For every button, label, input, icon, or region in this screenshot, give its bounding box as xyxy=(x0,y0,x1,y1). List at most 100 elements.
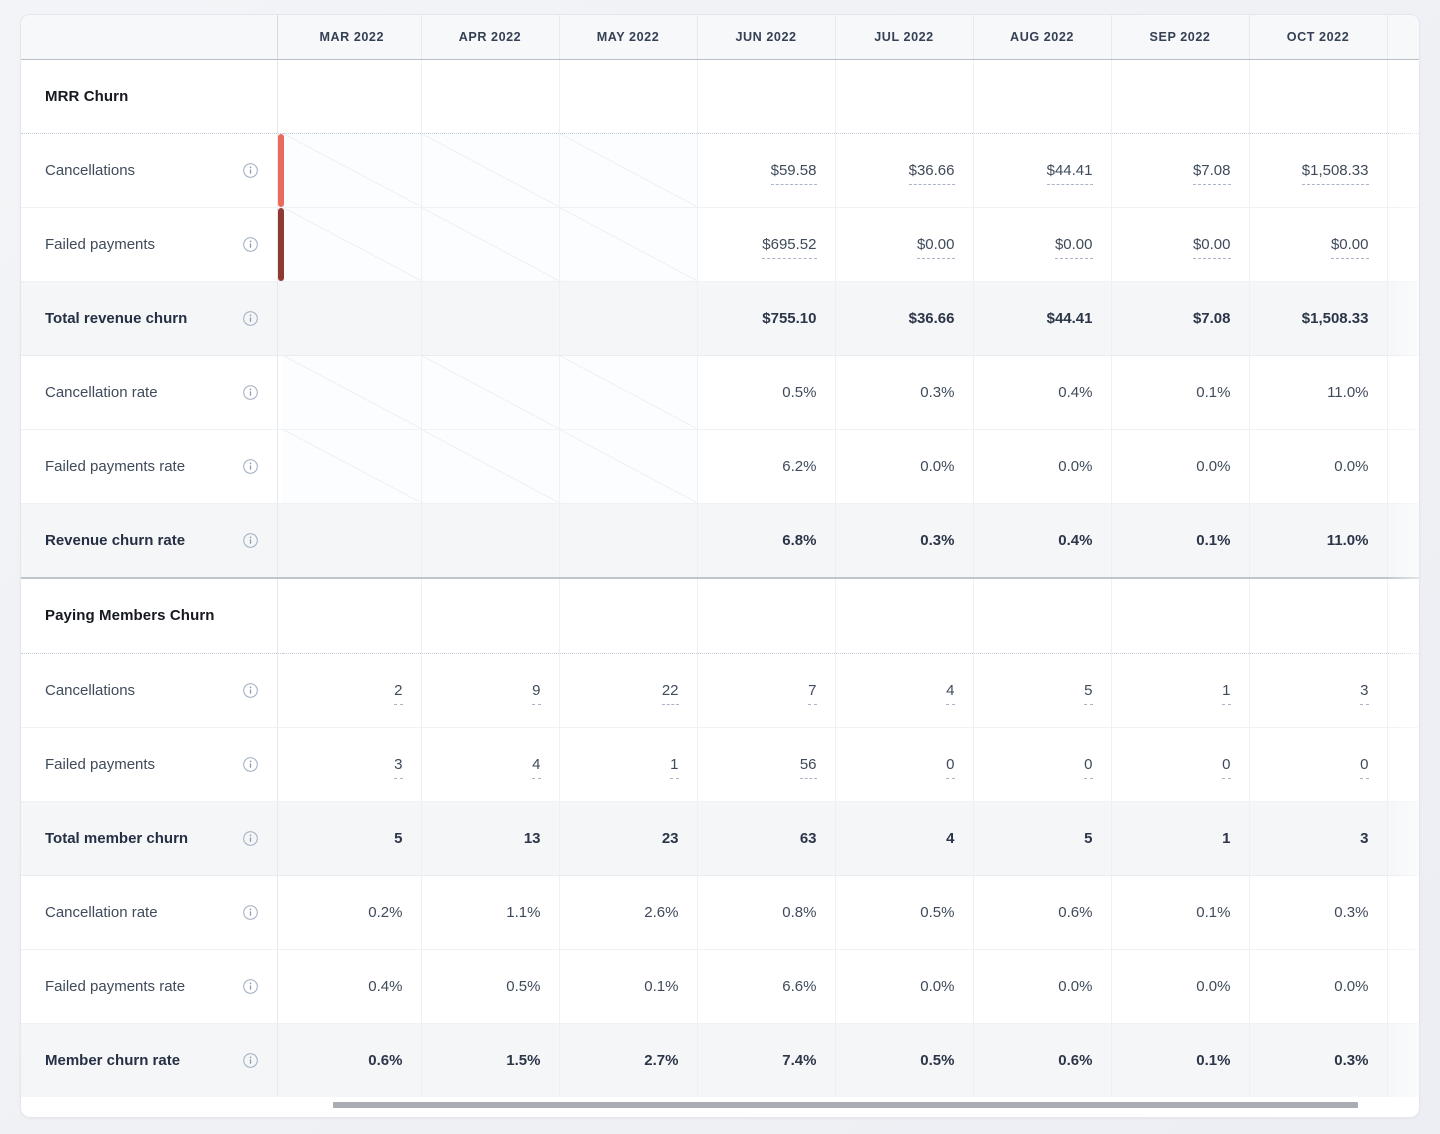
table-cell[interactable]: 0.5% xyxy=(835,875,974,950)
column-header-jun-2022[interactable]: JUN 2022 xyxy=(697,15,836,60)
table-cell[interactable]: $0.00 xyxy=(1249,207,1388,282)
table-cell[interactable]: 0.1% xyxy=(559,949,698,1024)
table-cell[interactable]: 11.0% xyxy=(1249,503,1388,577)
table-cell[interactable]: 0.4% xyxy=(973,503,1112,577)
table-cell[interactable]: $7.08 xyxy=(1111,281,1250,356)
table-cell[interactable]: 1 xyxy=(559,727,698,802)
column-header-oct-2022[interactable]: OCT 2022 xyxy=(1249,15,1388,60)
table-cell[interactable]: 0.0% xyxy=(1111,429,1250,504)
table-cell[interactable]: 13 xyxy=(421,801,560,876)
info-icon[interactable] xyxy=(242,162,259,179)
table-cell[interactable]: 1 xyxy=(1111,653,1250,728)
table-cell[interactable]: $7.08 xyxy=(1111,133,1250,208)
horizontal-scrollbar[interactable] xyxy=(297,1099,1419,1111)
table-cell[interactable]: 3 xyxy=(283,727,422,802)
table-cell[interactable]: 0.5% xyxy=(697,355,836,430)
table-cell[interactable]: 0.4% xyxy=(973,355,1112,430)
table-cell[interactable]: 6.6% xyxy=(697,949,836,1024)
table-cell[interactable]: 0.0% xyxy=(1249,429,1388,504)
table-cell[interactable]: 0.0% xyxy=(1249,949,1388,1024)
table-cell[interactable]: 1.5% xyxy=(421,1023,560,1097)
table-cell[interactable]: 4 xyxy=(835,801,974,876)
table-cell[interactable]: $695.52 xyxy=(697,207,836,282)
table-cell[interactable]: 0.4% xyxy=(283,949,422,1024)
column-header-sep-2022[interactable]: SEP 2022 xyxy=(1111,15,1250,60)
table-cell[interactable]: 0.1% xyxy=(1111,503,1250,577)
table-cell[interactable]: 5 xyxy=(283,801,422,876)
info-icon[interactable] xyxy=(242,904,259,921)
table-cell[interactable]: 6.8% xyxy=(697,503,836,577)
table-cell[interactable]: $36.66 xyxy=(835,281,974,356)
table-cell[interactable]: 1 xyxy=(1111,801,1250,876)
table-cell[interactable]: 0.1% xyxy=(1111,875,1250,950)
table-cell[interactable]: $44.41 xyxy=(973,133,1112,208)
info-icon[interactable] xyxy=(242,310,259,327)
info-icon[interactable] xyxy=(242,682,259,699)
table-cell[interactable]: 0.3% xyxy=(1249,875,1388,950)
table-cell[interactable]: 0.5% xyxy=(835,1023,974,1097)
table-cell[interactable]: 0.8% xyxy=(697,875,836,950)
table-cell[interactable]: $44.41 xyxy=(973,281,1112,356)
table-cell[interactable]: 0.1% xyxy=(1111,1023,1250,1097)
table-cell[interactable]: $0.00 xyxy=(1111,207,1250,282)
table-cell[interactable]: 4 xyxy=(421,727,560,802)
table-cell[interactable]: 2.7% xyxy=(559,1023,698,1097)
info-icon[interactable] xyxy=(242,384,259,401)
horizontal-scrollbar-thumb[interactable] xyxy=(333,1102,1358,1108)
table-cell[interactable]: 0.3% xyxy=(835,355,974,430)
table-cell[interactable]: 23 xyxy=(559,801,698,876)
table-cell[interactable]: $755.10 xyxy=(697,281,836,356)
table-cell[interactable]: 63 xyxy=(697,801,836,876)
table-cell[interactable]: 7.4% xyxy=(697,1023,836,1097)
table-cell[interactable]: 3 xyxy=(1249,801,1388,876)
info-icon[interactable] xyxy=(242,1052,259,1069)
table-cell[interactable]: 7 xyxy=(697,653,836,728)
table-cell[interactable]: $1,508.33 xyxy=(1249,281,1388,356)
table-cell[interactable]: 0 xyxy=(1111,727,1250,802)
table-cell[interactable]: 56 xyxy=(697,727,836,802)
table-cell[interactable]: $59.58 xyxy=(697,133,836,208)
table-cell[interactable]: 2.6% xyxy=(559,875,698,950)
table-cell[interactable]: 0.0% xyxy=(835,429,974,504)
table-cell[interactable]: 3 xyxy=(1249,653,1388,728)
table-cell[interactable]: 11.0% xyxy=(1249,355,1388,430)
table-cell[interactable]: 4 xyxy=(835,653,974,728)
table-cell[interactable]: 0 xyxy=(1249,727,1388,802)
table-cell[interactable]: 0.0% xyxy=(1111,949,1250,1024)
table-cell[interactable]: 0.6% xyxy=(973,875,1112,950)
table-cell[interactable]: 22 xyxy=(559,653,698,728)
table-cell[interactable]: 0 xyxy=(835,727,974,802)
info-icon[interactable] xyxy=(242,830,259,847)
info-icon[interactable] xyxy=(242,236,259,253)
table-cell[interactable]: 0.3% xyxy=(1249,1023,1388,1097)
table-cell[interactable]: 0.0% xyxy=(835,949,974,1024)
table-cell[interactable]: 0.2% xyxy=(283,875,422,950)
table-cell[interactable]: 0.6% xyxy=(973,1023,1112,1097)
table-cell[interactable]: $0.00 xyxy=(835,207,974,282)
column-header-mar-2022[interactable]: MAR 2022 xyxy=(283,15,422,60)
info-icon[interactable] xyxy=(242,532,259,549)
column-header-may-2022[interactable]: MAY 2022 xyxy=(559,15,698,60)
column-header-aug-2022[interactable]: AUG 2022 xyxy=(973,15,1112,60)
table-cell[interactable]: 0.1% xyxy=(1111,355,1250,430)
table-cell[interactable]: 0.3% xyxy=(835,503,974,577)
table-cell[interactable]: 9 xyxy=(421,653,560,728)
table-cell[interactable]: 1.1% xyxy=(421,875,560,950)
table-cell[interactable]: 0 xyxy=(973,727,1112,802)
column-header-jul-2022[interactable]: JUL 2022 xyxy=(835,15,974,60)
info-icon[interactable] xyxy=(242,458,259,475)
table-cell[interactable]: 5 xyxy=(973,653,1112,728)
table-cell[interactable]: 2 xyxy=(283,653,422,728)
column-header-apr-2022[interactable]: APR 2022 xyxy=(421,15,560,60)
table-cell[interactable]: $36.66 xyxy=(835,133,974,208)
table-cell[interactable]: 6.2% xyxy=(697,429,836,504)
table-cell[interactable]: $1,508.33 xyxy=(1249,133,1388,208)
table-cell[interactable]: 0.6% xyxy=(283,1023,422,1097)
table-cell[interactable]: 0.0% xyxy=(973,949,1112,1024)
table-cell[interactable]: 5 xyxy=(973,801,1112,876)
info-icon[interactable] xyxy=(242,756,259,773)
table-cell[interactable]: 0.5% xyxy=(421,949,560,1024)
table-cell[interactable]: $0.00 xyxy=(973,207,1112,282)
info-icon[interactable] xyxy=(242,978,259,995)
table-cell[interactable]: 0.0% xyxy=(973,429,1112,504)
